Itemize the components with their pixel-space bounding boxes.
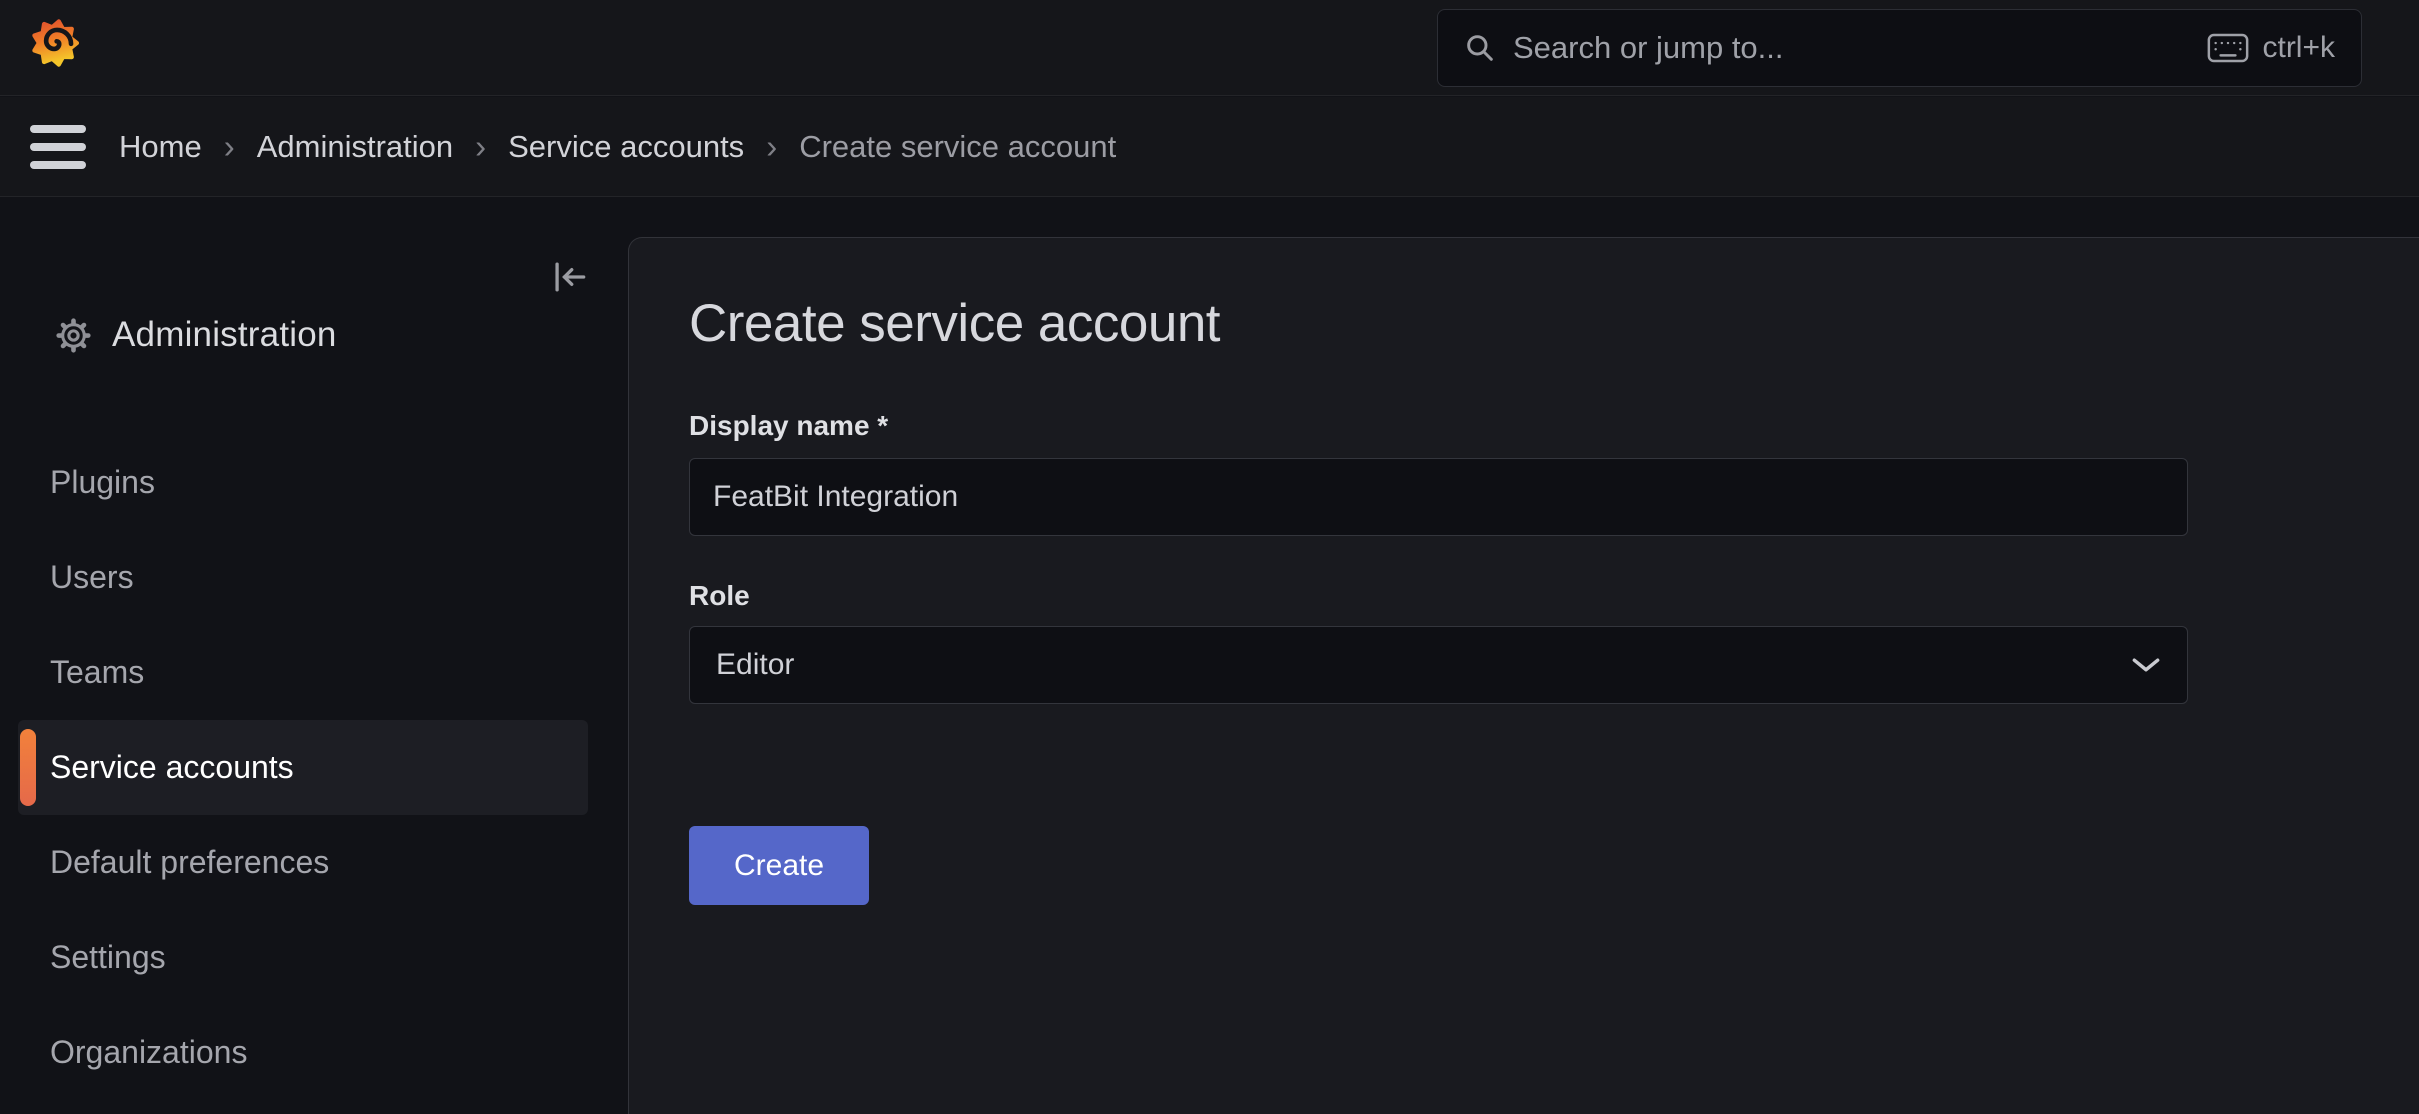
grafana-app-window: Search or jump to... ctrl+k — [0, 0, 2419, 1114]
keyboard-icon — [2207, 33, 2249, 63]
breadcrumb: Home › Administration › Service accounts › Cre… — [119, 128, 1116, 166]
breadcrumb-separator: › — [766, 128, 777, 166]
role-select[interactable]: Editor — [689, 626, 2188, 704]
sidebar-menu: Plugins Users Teams Service accounts Default… — [0, 435, 628, 1100]
main-content: Create service account Display name * Ro… — [628, 237, 2419, 1114]
search-icon — [1464, 32, 1496, 64]
sidebar-item-label: Service accounts — [50, 749, 294, 786]
breadcrumb-separator: › — [224, 128, 235, 166]
menu-toggle-button[interactable] — [30, 121, 86, 173]
page-title: Create service account — [689, 293, 2419, 354]
collapse-sidebar-button[interactable] — [546, 255, 592, 301]
breadcrumb-item[interactable]: Service accounts — [508, 129, 744, 165]
sidebar-section-header[interactable]: Administration — [55, 315, 337, 355]
display-name-input[interactable] — [689, 458, 2188, 536]
breadcrumb-bar: Home › Administration › Service accounts › Cre… — [0, 97, 2419, 197]
active-item-accent-bar — [20, 729, 36, 806]
create-button[interactable]: Create — [689, 826, 869, 905]
role-label: Role — [689, 580, 2419, 612]
breadcrumb-item: Create service account — [799, 129, 1116, 165]
display-name-label: Display name * — [689, 410, 2419, 442]
sidebar-item-label: Default preferences — [50, 844, 329, 881]
search-placeholder: Search or jump to... — [1513, 30, 2207, 66]
sidebar-item-plugins[interactable]: Plugins — [0, 435, 628, 530]
sidebar-item-label: Organizations — [50, 1034, 247, 1071]
breadcrumb-separator: › — [475, 128, 486, 166]
sidebar-item-service-accounts[interactable]: Service accounts — [18, 720, 588, 815]
sidebar-item-default-preferences[interactable]: Default preferences — [0, 815, 628, 910]
sidebar-item-users[interactable]: Users — [0, 530, 628, 625]
sidebar-item-organizations[interactable]: Organizations — [0, 1005, 628, 1100]
section-nav: Administration Plugins Users Teams Service … — [0, 197, 628, 1114]
breadcrumb-item[interactable]: Home — [119, 129, 202, 165]
gear-icon — [55, 317, 92, 354]
sidebar-section-title: Administration — [112, 315, 337, 355]
sidebar-item-label: Settings — [50, 939, 166, 976]
breadcrumb-item[interactable]: Administration — [257, 129, 453, 165]
search-shortcut-label: ctrl+k — [2262, 31, 2335, 65]
search-input[interactable]: Search or jump to... ctrl+k — [1437, 9, 2362, 87]
role-select-value: Editor — [716, 648, 794, 682]
sidebar-item-settings[interactable]: Settings — [0, 910, 628, 1005]
sidebar-item-label: Teams — [50, 654, 144, 691]
hamburger-icon — [30, 125, 86, 133]
sidebar-item-label: Plugins — [50, 464, 155, 501]
collapse-left-icon — [547, 255, 591, 299]
grafana-flame-icon — [28, 13, 82, 73]
top-navbar: Search or jump to... ctrl+k — [0, 0, 2419, 96]
search-shortcut: ctrl+k — [2207, 31, 2335, 65]
sidebar-item-teams[interactable]: Teams — [0, 625, 628, 720]
sidebar-item-label: Users — [50, 559, 134, 596]
chevron-down-icon — [2131, 657, 2161, 674]
grafana-logo[interactable] — [28, 13, 82, 73]
